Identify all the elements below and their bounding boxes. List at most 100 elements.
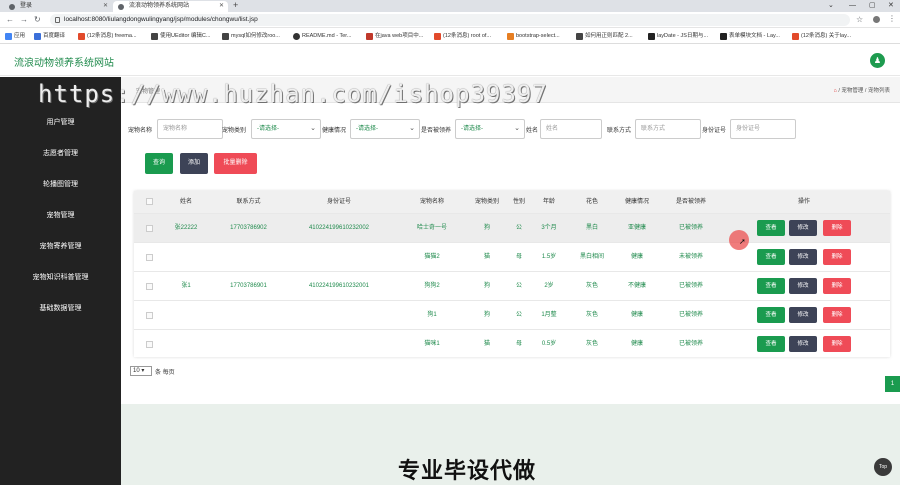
bookmark-label: layDate - JS日期与... (657, 33, 709, 39)
bookmark-item[interactable]: bootstrap-select... (507, 31, 560, 41)
search-button[interactable]: 查询 (145, 153, 173, 174)
sidebar-item-basic-data[interactable]: 基础数据管理 (0, 293, 121, 324)
view-button[interactable]: 查看 (757, 249, 785, 265)
cell-name: 张22222 (174, 225, 198, 231)
view-button[interactable]: 查看 (757, 307, 785, 323)
cell-pet: 狗狗2 (424, 283, 440, 289)
back-to-top-button[interactable]: Top (874, 458, 892, 476)
name-input[interactable]: 姓名 (540, 119, 602, 139)
sidebar-item-knowledge[interactable]: 宠物知识科普管理 (0, 262, 121, 293)
pet-name-input[interactable]: 宠物名称 (157, 119, 223, 139)
cell-age: 2岁 (544, 283, 554, 289)
url-input[interactable]: localhost:8080/liulangdongwulingyang/jsp… (50, 14, 850, 26)
bookmark-item[interactable]: 如何用正则匹配 2... (576, 31, 633, 41)
cell-health: 亚健康 (627, 225, 646, 231)
edit-button[interactable]: 修改 (789, 278, 817, 294)
adopted-label: 是否被领养 (421, 128, 452, 134)
batch-delete-button[interactable]: 批量删除 (214, 153, 257, 174)
bookmark-label: README.md - Ter... (302, 33, 352, 39)
sidebar-item-label: 宠物知识科普管理 (32, 274, 89, 281)
forward-icon[interactable]: → (20, 14, 28, 26)
cell-health: 健康 (630, 341, 643, 347)
bookmark-item[interactable]: README.md - Ter... (293, 31, 351, 41)
page-size-select[interactable]: 10 ▾ (130, 366, 152, 376)
delete-button[interactable]: 删除 (823, 278, 851, 294)
bookmark-item[interactable]: layDate - JS日期与... (648, 31, 708, 41)
bookmark-item[interactable]: (12条消息) freema... (78, 31, 137, 41)
table-row: 张1 17703786901 410224199610232001 狗狗2 狗 … (134, 271, 890, 300)
bookmark-item[interactable]: 百度翻译 (34, 31, 65, 41)
profile-icon[interactable] (873, 16, 880, 23)
select-all-checkbox[interactable] (146, 198, 153, 205)
bookmark-item[interactable]: (12条消息) 关于lay... (792, 31, 851, 41)
menu-kebab-icon[interactable]: ⋮ (888, 14, 896, 23)
phone-label: 联系方式 (607, 128, 632, 134)
id-card-input[interactable]: 身份证号 (730, 119, 796, 139)
cell-age: 1.5岁 (541, 254, 557, 260)
browser-tab-login[interactable]: 登录 ✕ (4, 1, 112, 12)
bookmark-item[interactable]: 在java web项目中... (366, 31, 423, 41)
adopted-select[interactable]: -请选择- ⌄ (455, 119, 525, 139)
col-header: 姓名 (179, 199, 192, 205)
mouse-pointer-icon: ➚ (739, 237, 746, 246)
row-checkbox[interactable] (146, 225, 153, 232)
table-row: 张22222 17703786902 410224199610232002 哈士… (134, 213, 890, 242)
bookmark-label: 使用UEditor 编辑C... (160, 33, 211, 39)
edit-button[interactable]: 修改 (789, 307, 817, 323)
home-icon[interactable]: ⌂ (833, 88, 836, 94)
row-checkbox[interactable] (146, 254, 153, 261)
add-button[interactable]: 添加 (180, 153, 208, 174)
browser-tab-active[interactable]: 流浪动物领养系统网站 ✕ (113, 1, 228, 12)
delete-button[interactable]: 删除 (823, 249, 851, 265)
view-button[interactable]: 查看 (757, 336, 785, 352)
close-tab-icon[interactable]: ✕ (103, 1, 108, 12)
edit-button[interactable]: 修改 (789, 336, 817, 352)
cell-age: 1月整 (541, 312, 557, 318)
sidebar-item-foster[interactable]: 宠物寄养管理 (0, 231, 121, 262)
bookmark-item[interactable]: 使用UEditor 编辑C... (151, 31, 210, 41)
sidebar-item-carousel[interactable]: 轮播图管理 (0, 169, 121, 200)
row-checkbox[interactable] (146, 341, 153, 348)
page-1-button[interactable]: 1 (885, 376, 900, 392)
tab-title: 流浪动物领养系统网站 (129, 3, 190, 9)
bookmark-label: mysql如何修改roo... (231, 33, 280, 39)
sidebar-item-pets[interactable]: 宠物管理 (0, 200, 121, 231)
phone-input[interactable]: 联系方式 (635, 119, 701, 139)
bookmark-item[interactable]: 表单模块文档 - Lay... (720, 31, 780, 41)
col-header: 宠物类别 (474, 199, 499, 205)
minimize-icon[interactable]: — (849, 0, 856, 11)
health-select[interactable]: -请选择- ⌄ (350, 119, 420, 139)
bookmark-label: 在java web项目中... (375, 33, 424, 39)
tab-search-icon[interactable]: ⌄ (828, 0, 834, 11)
cell-type: 猫 (483, 254, 490, 260)
info-icon[interactable] (55, 17, 60, 23)
edit-button[interactable]: 修改 (789, 220, 817, 236)
edit-button[interactable]: 修改 (789, 249, 817, 265)
back-icon[interactable]: ← (6, 14, 14, 26)
row-checkbox[interactable] (146, 283, 153, 290)
pet-type-select[interactable]: -请选择- ⌄ (251, 119, 321, 139)
delete-button[interactable]: 删除 (823, 220, 851, 236)
delete-button[interactable]: 删除 (823, 307, 851, 323)
close-tab-icon[interactable]: ✕ (219, 1, 224, 12)
view-button[interactable]: 查看 (757, 278, 785, 294)
sidebar: 用户管理 志愿者管理 轮播图管理 宠物管理 宠物寄养管理 宠物知识科普管理 基础… (0, 77, 121, 485)
user-icon[interactable]: ♟ (870, 53, 885, 68)
bookmark-apps[interactable]: 应用 (5, 31, 25, 41)
cell-age: 3个月 (541, 225, 557, 231)
sidebar-item-users[interactable]: 用户管理 (0, 107, 121, 138)
bookmark-item[interactable]: (12条消息) root of... (434, 31, 491, 41)
reload-icon[interactable]: ↻ (34, 14, 41, 26)
close-window-icon[interactable]: ✕ (888, 0, 894, 11)
sidebar-item-volunteers[interactable]: 志愿者管理 (0, 138, 121, 169)
bookmark-star-icon[interactable]: ☆ (856, 15, 863, 24)
row-checkbox[interactable] (146, 312, 153, 319)
url-text: localhost:8080/liulangdongwulingyang/jsp… (64, 16, 258, 23)
bookmark-item[interactable]: mysql如何修改roo... (222, 31, 280, 41)
maximize-icon[interactable]: ▢ (869, 0, 876, 11)
view-button[interactable]: 查看 (757, 220, 785, 236)
breadcrumb-path: ⌂ / 宠物管理 / 宠物列表 (833, 86, 890, 94)
cell-id: 410224199610232001 (308, 283, 370, 289)
new-tab-button[interactable]: + (233, 0, 238, 11)
delete-button[interactable]: 删除 (823, 336, 851, 352)
